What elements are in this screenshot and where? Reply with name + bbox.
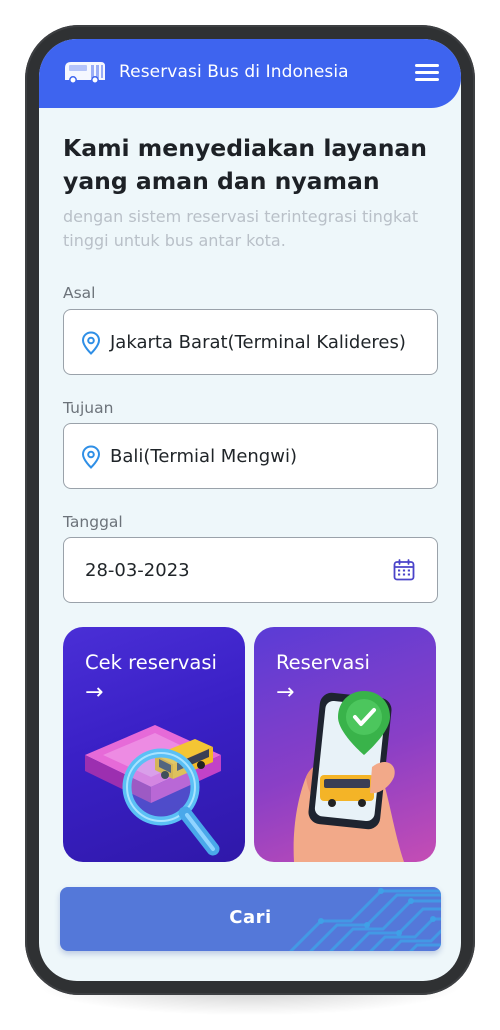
app-screen: Reservasi Bus di Indonesia Kami menyedia… (39, 39, 461, 981)
destination-value: Bali(Termial Mengwi) (110, 446, 297, 467)
bus-logo-icon (65, 62, 105, 84)
date-value: 28-03-2023 (85, 560, 190, 581)
reservation-card[interactable]: Reservasi → (254, 627, 436, 862)
date-label: Tanggal (63, 513, 123, 531)
origin-label: Asal (63, 284, 96, 302)
destination-label: Tujuan (63, 399, 114, 417)
search-button-label: Cari (229, 907, 272, 928)
phone-frame: Reservasi Bus di Indonesia Kami menyedia… (25, 25, 475, 995)
hamburger-menu-icon[interactable] (415, 64, 439, 84)
origin-value: Jakarta Barat(Terminal Kalideres) (110, 332, 406, 353)
app-header: Reservasi Bus di Indonesia (39, 39, 461, 108)
location-pin-icon (81, 445, 101, 469)
arrow-right-icon: → (276, 680, 295, 705)
date-field[interactable]: 28-03-2023 (63, 537, 438, 603)
check-reservation-card[interactable]: Cek reservasi → (63, 627, 245, 862)
calendar-icon[interactable] (392, 558, 416, 582)
page-subheadline: dengan sistem reservasi terintegrasi tin… (63, 207, 419, 250)
app-title: Reservasi Bus di Indonesia (119, 62, 349, 82)
location-pin-icon (81, 331, 101, 355)
card-title: Cek reservasi (85, 651, 217, 674)
page-headline: Kami menyediakan layanan yang aman dan n… (63, 134, 428, 195)
destination-field[interactable]: Bali(Termial Mengwi) (63, 423, 438, 489)
origin-field[interactable]: Jakarta Barat(Terminal Kalideres) (63, 309, 438, 375)
search-button[interactable]: Cari (60, 887, 441, 951)
card-title: Reservasi (276, 651, 370, 674)
arrow-right-icon: → (85, 680, 104, 705)
